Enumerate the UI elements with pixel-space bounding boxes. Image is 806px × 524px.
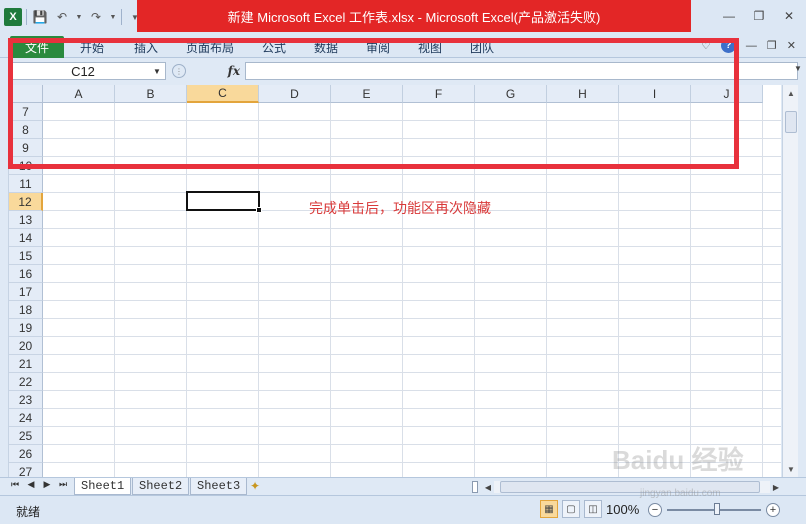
normal-view-icon[interactable]: ▦ xyxy=(540,500,558,518)
watermark-url: jingyan.baidu.com xyxy=(640,488,721,499)
insert-sheet-icon[interactable]: ✦ xyxy=(250,479,260,493)
undo-dropdown-icon[interactable]: ▼ xyxy=(75,8,83,26)
sheet-tab-sheet3[interactable]: Sheet3 xyxy=(190,478,248,495)
fill-handle[interactable] xyxy=(256,207,262,213)
status-text: 就绪 xyxy=(16,505,41,519)
workbook-minimize-icon[interactable]: — xyxy=(746,40,757,52)
undo-icon[interactable]: ↶ xyxy=(53,8,71,26)
row-header[interactable]: 14 xyxy=(9,229,43,247)
scroll-down-icon[interactable]: ▼ xyxy=(783,461,799,477)
redo-dropdown-icon[interactable]: ▼ xyxy=(109,8,117,26)
row-header[interactable]: 21 xyxy=(9,355,43,373)
highlight-rectangle xyxy=(8,38,739,169)
row-header-selected[interactable]: 12 xyxy=(9,193,43,211)
window-title: 新建 Microsoft Excel 工作表.xlsx - Microsoft … xyxy=(137,0,691,32)
excel-window: X 💾 ↶ ▼ ↷ ▼ ▼ 新建 Microsoft Excel 工作表.xls… xyxy=(0,0,806,524)
row-header[interactable]: 20 xyxy=(9,337,43,355)
vertical-scroll-thumb[interactable] xyxy=(785,111,797,133)
zoom-out-icon[interactable]: − xyxy=(648,503,662,517)
row-header[interactable]: 16 xyxy=(9,265,43,283)
excel-logo-icon[interactable]: X xyxy=(4,8,22,26)
row-header[interactable]: 27 xyxy=(9,463,43,477)
separator xyxy=(121,9,122,25)
row-header[interactable]: 11 xyxy=(9,175,43,193)
horizontal-scroll-thumb[interactable] xyxy=(500,481,760,493)
scroll-left-icon[interactable]: ◀ xyxy=(482,483,494,492)
view-buttons: ▦ ▢ ◫ xyxy=(540,500,602,518)
row-header[interactable]: 23 xyxy=(9,391,43,409)
title-bar: X 💾 ↶ ▼ ↷ ▼ ▼ 新建 Microsoft Excel 工作表.xls… xyxy=(0,0,806,34)
separator xyxy=(26,9,27,25)
page-break-view-icon[interactable]: ◫ xyxy=(584,500,602,518)
last-sheet-icon[interactable]: ⏭ xyxy=(58,479,68,490)
row-header[interactable]: 17 xyxy=(9,283,43,301)
close-icon[interactable]: ✕ xyxy=(776,6,802,26)
workbook-restore-icon[interactable]: ❐ xyxy=(767,39,777,52)
window-controls: — ❐ ✕ xyxy=(716,6,802,26)
next-sheet-icon[interactable]: ▶ xyxy=(42,479,52,490)
scroll-up-icon[interactable]: ▲ xyxy=(783,85,799,101)
sheet-tab-sheet2[interactable]: Sheet2 xyxy=(132,478,190,495)
minimize-icon[interactable]: — xyxy=(716,6,742,26)
scroll-right-icon[interactable]: ▶ xyxy=(770,483,782,492)
tab-split-handle[interactable] xyxy=(472,481,478,493)
zoom-slider[interactable]: − + xyxy=(648,502,780,518)
row-header[interactable]: 13 xyxy=(9,211,43,229)
sheet-tab-sheet1[interactable]: Sheet1 xyxy=(74,478,132,495)
workbook-close-icon[interactable]: ✕ xyxy=(787,39,796,52)
horizontal-scrollbar[interactable]: ◀ ▶ xyxy=(472,480,782,494)
expand-formula-bar-icon[interactable]: ▼ xyxy=(792,62,804,74)
zoom-track[interactable] xyxy=(667,503,761,515)
row-header[interactable]: 19 xyxy=(9,319,43,337)
save-icon[interactable]: 💾 xyxy=(31,8,49,26)
watermark-logo: Baidu 经验 xyxy=(612,445,744,475)
active-cell[interactable] xyxy=(186,191,262,213)
redo-icon[interactable]: ↷ xyxy=(87,8,105,26)
zoom-in-icon[interactable]: + xyxy=(766,503,780,517)
vertical-scrollbar[interactable]: ▲ ▼ xyxy=(782,85,798,477)
row-header[interactable]: 15 xyxy=(9,247,43,265)
row-header[interactable]: 26 xyxy=(9,445,43,463)
row-header[interactable]: 25 xyxy=(9,427,43,445)
row-header[interactable]: 24 xyxy=(9,409,43,427)
quick-access-toolbar: X 💾 ↶ ▼ ↷ ▼ ▼ xyxy=(4,6,144,28)
zoom-thumb[interactable] xyxy=(714,503,720,515)
status-bar: 就绪 ▦ ▢ ◫ 100% − + xyxy=(0,495,806,524)
row-header[interactable]: 22 xyxy=(9,373,43,391)
first-sheet-icon[interactable]: ⏮ xyxy=(10,479,20,490)
row-header[interactable]: 18 xyxy=(9,301,43,319)
horizontal-scroll-track[interactable] xyxy=(494,481,770,493)
sheet-nav-buttons: ⏮ ◀ ▶ ⏭ xyxy=(10,479,68,490)
prev-sheet-icon[interactable]: ◀ xyxy=(26,479,36,490)
zoom-level[interactable]: 100% xyxy=(606,502,639,517)
page-layout-view-icon[interactable]: ▢ xyxy=(562,500,580,518)
restore-icon[interactable]: ❐ xyxy=(746,6,772,26)
annotation-text: 完成单击后，功能区再次隐藏 xyxy=(309,200,491,216)
